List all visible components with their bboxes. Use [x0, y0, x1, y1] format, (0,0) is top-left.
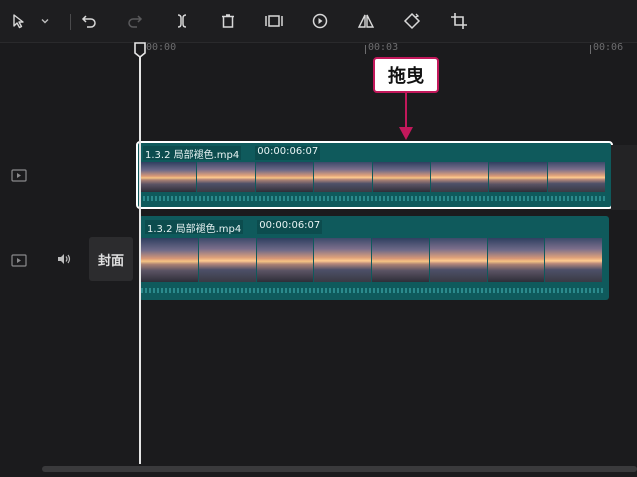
ruler-tick [590, 45, 591, 54]
toolbar-divider [70, 14, 71, 30]
track-icon[interactable] [8, 251, 30, 269]
clip-duration: 00:00:06:07 [257, 220, 323, 234]
clip-header: 1.3.2 局部褪色.mp4 00:00:06:07 [143, 146, 321, 161]
freeze-frame-icon[interactable] [261, 8, 287, 34]
audio-waveform [141, 288, 603, 293]
ruler-label-0: 00:00 [146, 42, 177, 53]
split-icon[interactable] [170, 8, 194, 34]
chevron-down-icon[interactable] [34, 8, 56, 34]
ruler-label-3: 00:03 [368, 42, 399, 53]
speaker-icon[interactable] [53, 250, 75, 268]
horizontal-scrollbar[interactable] [42, 466, 637, 472]
crop-icon[interactable] [447, 8, 471, 34]
timeline-overflow-area [611, 145, 637, 210]
timeline-toolbar [0, 0, 637, 43]
clip-header: 1.3.2 局部褪色.mp4 00:00:06:07 [145, 220, 323, 235]
clip-filename: 1.3.2 局部褪色.mp4 [145, 220, 244, 235]
cover-button[interactable]: 封面 [89, 237, 133, 281]
callout-arrow-icon [398, 93, 414, 145]
clip-thumbnails [141, 238, 603, 282]
clip-duration: 00:00:06:07 [255, 146, 321, 160]
mirror-icon[interactable] [354, 8, 378, 34]
dragged-video-clip[interactable]: 1.3.2 局部褪色.mp4 00:00:06:07 [136, 141, 613, 209]
delete-icon[interactable] [216, 8, 240, 34]
select-tool-icon[interactable] [8, 8, 30, 34]
redo-icon[interactable] [123, 8, 147, 34]
rotate-icon[interactable] [400, 8, 424, 34]
drag-callout: 拖曳 [373, 57, 439, 93]
clip-thumbnails [139, 162, 606, 192]
playhead-handle[interactable] [134, 42, 146, 62]
time-ruler[interactable]: 00:00 00:03 00:06 [0, 42, 637, 56]
reverse-icon[interactable] [308, 8, 332, 34]
playhead[interactable] [139, 52, 141, 464]
track-icon[interactable] [8, 166, 30, 184]
audio-waveform [139, 196, 606, 201]
main-video-clip[interactable]: 1.3.2 局部褪色.mp4 00:00:06:07 [139, 216, 609, 300]
clip-filename: 1.3.2 局部褪色.mp4 [143, 146, 242, 161]
undo-icon[interactable] [77, 8, 101, 34]
ruler-label-6: 00:06 [593, 42, 624, 53]
ruler-tick [365, 45, 366, 54]
